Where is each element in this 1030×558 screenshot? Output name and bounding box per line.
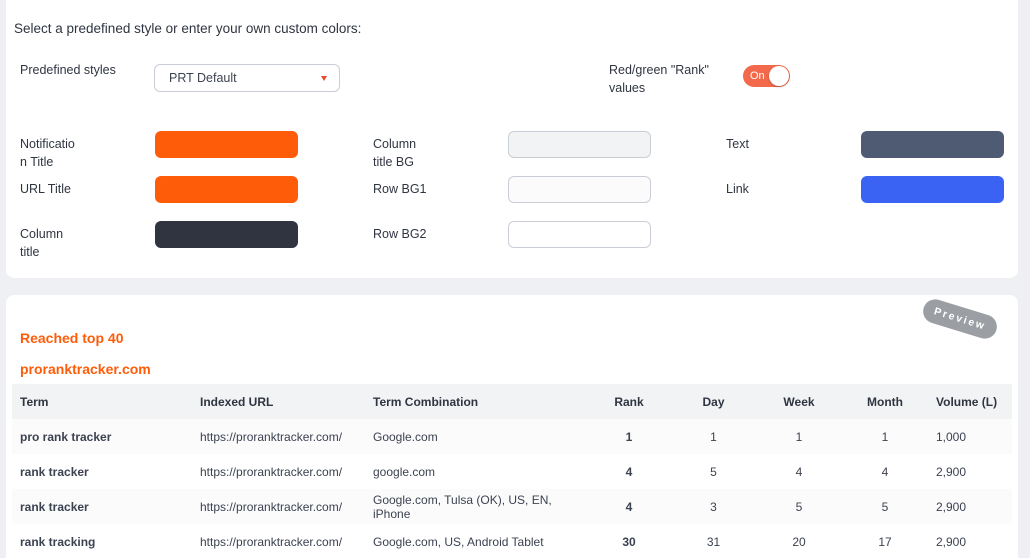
row-rank: 4	[587, 454, 671, 489]
row-volume: 2,900	[928, 489, 1012, 524]
row-week: 5	[756, 489, 842, 524]
column-title-label-line2: title	[20, 245, 40, 259]
row-term: rank tracking	[12, 524, 192, 558]
row-month: 1	[842, 419, 928, 454]
column-title-bg-label-line1: Column	[373, 137, 417, 151]
row-day: 1	[671, 419, 756, 454]
rank-toggle-label-line1: Red/green "Rank"	[609, 63, 709, 77]
link-color-label: Link	[726, 182, 749, 196]
notification-title-label-line2: n Title	[20, 155, 54, 169]
table-row: rank tracking https://proranktracker.com…	[12, 524, 1012, 558]
row-bg1-color-input[interactable]	[508, 176, 651, 203]
table-row: rank tracker https://proranktracker.com/…	[12, 489, 1012, 524]
row-indexed-url-link[interactable]: https://proranktracker.com/	[192, 419, 365, 454]
column-header-indexed-url: Indexed URL	[192, 384, 365, 419]
table-row: rank tracker https://proranktracker.com/…	[12, 454, 1012, 489]
column-header-rank: Rank	[587, 384, 671, 419]
notification-title-label: Notificatio n Title	[20, 135, 75, 171]
text-color-input[interactable]	[861, 131, 1004, 158]
row-term-combination: Google.com, Tulsa (OK), US, EN, iPhone	[365, 489, 587, 524]
row-month: 5	[842, 489, 928, 524]
row-volume: 1,000	[928, 419, 1012, 454]
row-month: 17	[842, 524, 928, 558]
column-title-bg-label-line2: title BG	[373, 155, 414, 169]
row-volume: 2,900	[928, 524, 1012, 558]
row-term-combination: Google.com, US, Android Tablet	[365, 524, 587, 558]
link-color-input[interactable]	[861, 176, 1004, 203]
row-term-combination: Google.com	[365, 419, 587, 454]
preview-url-title: proranktracker.com	[20, 361, 151, 377]
row-indexed-url-link[interactable]: https://proranktracker.com/	[192, 524, 365, 558]
row-indexed-url-link[interactable]: https://proranktracker.com/	[192, 454, 365, 489]
column-title-label-line1: Column	[20, 227, 64, 241]
column-header-month: Month	[842, 384, 928, 419]
intro-text: Select a predefined style or enter your …	[14, 21, 362, 36]
row-bg1-label: Row BG1	[373, 182, 427, 196]
notification-title-label-line1: Notificatio	[20, 137, 75, 151]
caret-down-icon	[321, 76, 327, 81]
row-term-combination: google.com	[365, 454, 587, 489]
row-day: 3	[671, 489, 756, 524]
rank-toggle-label-line2: values	[609, 81, 646, 95]
row-rank: 1	[587, 419, 671, 454]
row-day: 5	[671, 454, 756, 489]
row-week: 20	[756, 524, 842, 558]
rank-toggle-label: Red/green "Rank" values	[609, 61, 709, 97]
table-header-row: Term Indexed URL Term Combination Rank D…	[12, 384, 1012, 419]
preview-table: Term Indexed URL Term Combination Rank D…	[12, 384, 1012, 558]
column-header-day: Day	[671, 384, 756, 419]
row-bg2-label: Row BG2	[373, 227, 427, 241]
column-header-volume: Volume (L)	[928, 384, 1012, 419]
column-title-bg-label: Column title BG	[373, 135, 416, 171]
row-week: 1	[756, 419, 842, 454]
preview-notification-title: Reached top 40	[20, 330, 124, 346]
row-bg2-color-input[interactable]	[508, 221, 651, 248]
row-week: 4	[756, 454, 842, 489]
row-month: 4	[842, 454, 928, 489]
column-title-label: Column title	[20, 225, 63, 261]
column-title-color-input[interactable]	[155, 221, 298, 248]
column-header-term-combination: Term Combination	[365, 384, 587, 419]
row-indexed-url-link[interactable]: https://proranktracker.com/	[192, 489, 365, 524]
toggle-knob	[769, 66, 789, 86]
row-term: pro rank tracker	[12, 419, 192, 454]
text-color-label: Text	[726, 137, 749, 151]
url-title-color-input[interactable]	[155, 176, 298, 203]
column-header-term: Term	[12, 384, 192, 419]
predefined-styles-value: PRT Default	[169, 71, 237, 85]
row-term: rank tracker	[12, 489, 192, 524]
notification-title-color-input[interactable]	[155, 131, 298, 158]
url-title-label: URL Title	[20, 182, 71, 196]
column-header-week: Week	[756, 384, 842, 419]
toggle-state-text: On	[750, 70, 765, 82]
row-day: 31	[671, 524, 756, 558]
predefined-styles-select[interactable]: PRT Default	[154, 64, 340, 92]
predefined-styles-label: Predefined styles	[20, 63, 116, 77]
column-title-bg-color-input[interactable]	[508, 131, 651, 158]
row-term: rank tracker	[12, 454, 192, 489]
rank-color-toggle[interactable]: On	[743, 65, 790, 87]
row-rank: 30	[587, 524, 671, 558]
table-row: pro rank tracker https://proranktracker.…	[12, 419, 1012, 454]
row-volume: 2,900	[928, 454, 1012, 489]
row-rank: 4	[587, 489, 671, 524]
